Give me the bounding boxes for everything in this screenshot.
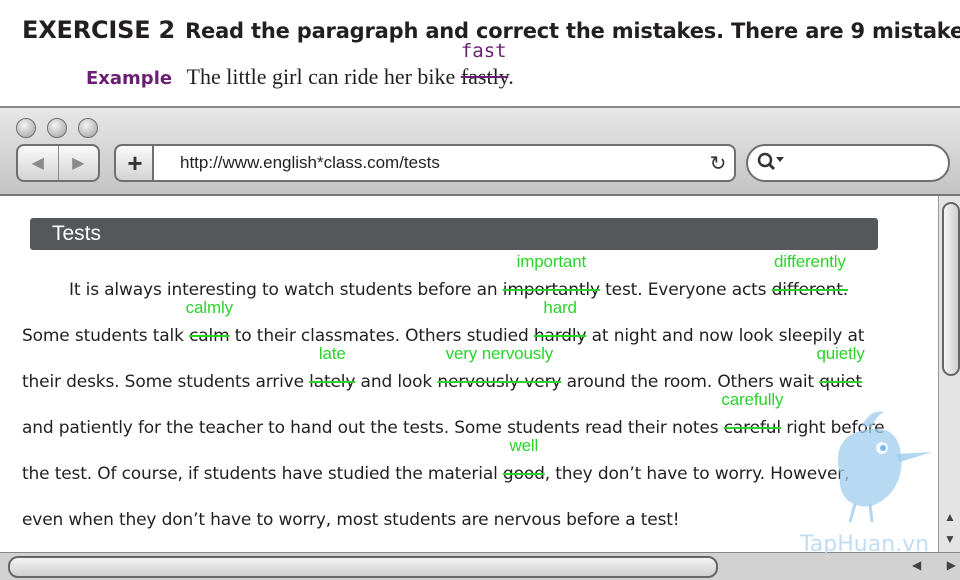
correction-hard: hard (543, 298, 577, 317)
example-sentence-text: The little girl can ride her bike (186, 64, 461, 89)
example-sentence: The little girl can ride her bike fast fa… (186, 40, 514, 89)
bird-logo (838, 411, 932, 523)
tests-header: Tests (30, 218, 878, 250)
scroll-right-arrow-icon[interactable]: ▶ (947, 558, 956, 572)
forward-button[interactable]: ▶ (57, 146, 99, 180)
horizontal-scroll-thumb[interactable] (8, 556, 718, 578)
window-close-button[interactable] (16, 118, 36, 138)
paragraph-line-6: even when they don’t have to worry, most… (22, 510, 680, 530)
back-button[interactable]: ◀ (18, 146, 58, 180)
scroll-left-arrow-icon[interactable]: ◀ (912, 558, 921, 572)
scroll-up-arrow-icon[interactable]: ▲ (941, 508, 959, 526)
address-bar[interactable]: http://www.english*class.com/tests ↻ (152, 144, 736, 182)
mistake-good: well good (502, 436, 545, 484)
mistake-different: differently different. (771, 252, 849, 300)
search-icon (756, 151, 786, 176)
mistake-nervously-very: very nervously nervously very (437, 344, 562, 392)
new-tab-button[interactable]: + (114, 144, 154, 182)
paragraph-line-2: Some students talk calmly calm to their c… (22, 298, 865, 346)
mistake-careful: carefully careful (721, 390, 784, 438)
example-correction: fast (460, 40, 507, 62)
mistake-quiet: quietly quiet (816, 344, 865, 392)
correction-late: late (318, 344, 346, 363)
exercise-number: EXERCISE 2 (22, 16, 176, 44)
mistake-hardly: hard hardly (533, 298, 587, 346)
mistake-lately: late lately (309, 344, 356, 392)
window-maximize-button[interactable] (78, 118, 98, 138)
correction-carefully: carefully (721, 390, 784, 409)
watermark: TapHuan.vn (800, 532, 930, 557)
search-input[interactable] (746, 144, 950, 182)
mistake-importantly: important importantly (502, 252, 600, 300)
forward-arrow-icon: ▶ (72, 155, 85, 172)
vertical-scroll-thumb[interactable] (942, 202, 960, 376)
back-arrow-icon: ◀ (31, 155, 44, 172)
correction-well: well (509, 436, 539, 455)
nav-buttons: ◀ ▶ (16, 144, 100, 182)
example-wrong-word: fast fastly (460, 40, 509, 89)
example-line: Example The little girl can ride her bik… (86, 40, 514, 90)
paragraph-line-4: and patiently for the teacher to hand ou… (22, 390, 885, 438)
plus-icon: + (127, 148, 143, 178)
paragraph-line-1: It is always interesting to watch studen… (69, 252, 849, 300)
reload-icon[interactable]: ↻ (702, 151, 734, 176)
correction-very-nervously: very nervously (445, 344, 554, 363)
url-text: http://www.english*class.com/tests (180, 153, 440, 172)
window-minimize-button[interactable] (47, 118, 67, 138)
mistake-calm: calmly calm (185, 298, 233, 346)
exercise-instruction: Read the paragraph and correct the mista… (185, 19, 960, 43)
example-label: Example (86, 68, 173, 89)
paragraph-line-5: the test. Of course, if students have st… (22, 436, 850, 484)
scroll-down-arrow-icon[interactable]: ▼ (941, 530, 959, 548)
correction-calmly: calmly (185, 298, 233, 317)
paragraph-line-3: their desks. Some students arrive late la… (22, 344, 865, 392)
correction-important: important (516, 252, 587, 271)
browser-toolbar: ◀ ▶ + http://www.english*class.com/tests… (0, 108, 960, 196)
vertical-scrollbar[interactable]: ▲ ▼ (938, 196, 960, 552)
page-content: Tests It is always interesting to watch … (0, 196, 938, 552)
correction-quietly: quietly (816, 344, 865, 363)
correction-differently: differently (773, 252, 846, 271)
